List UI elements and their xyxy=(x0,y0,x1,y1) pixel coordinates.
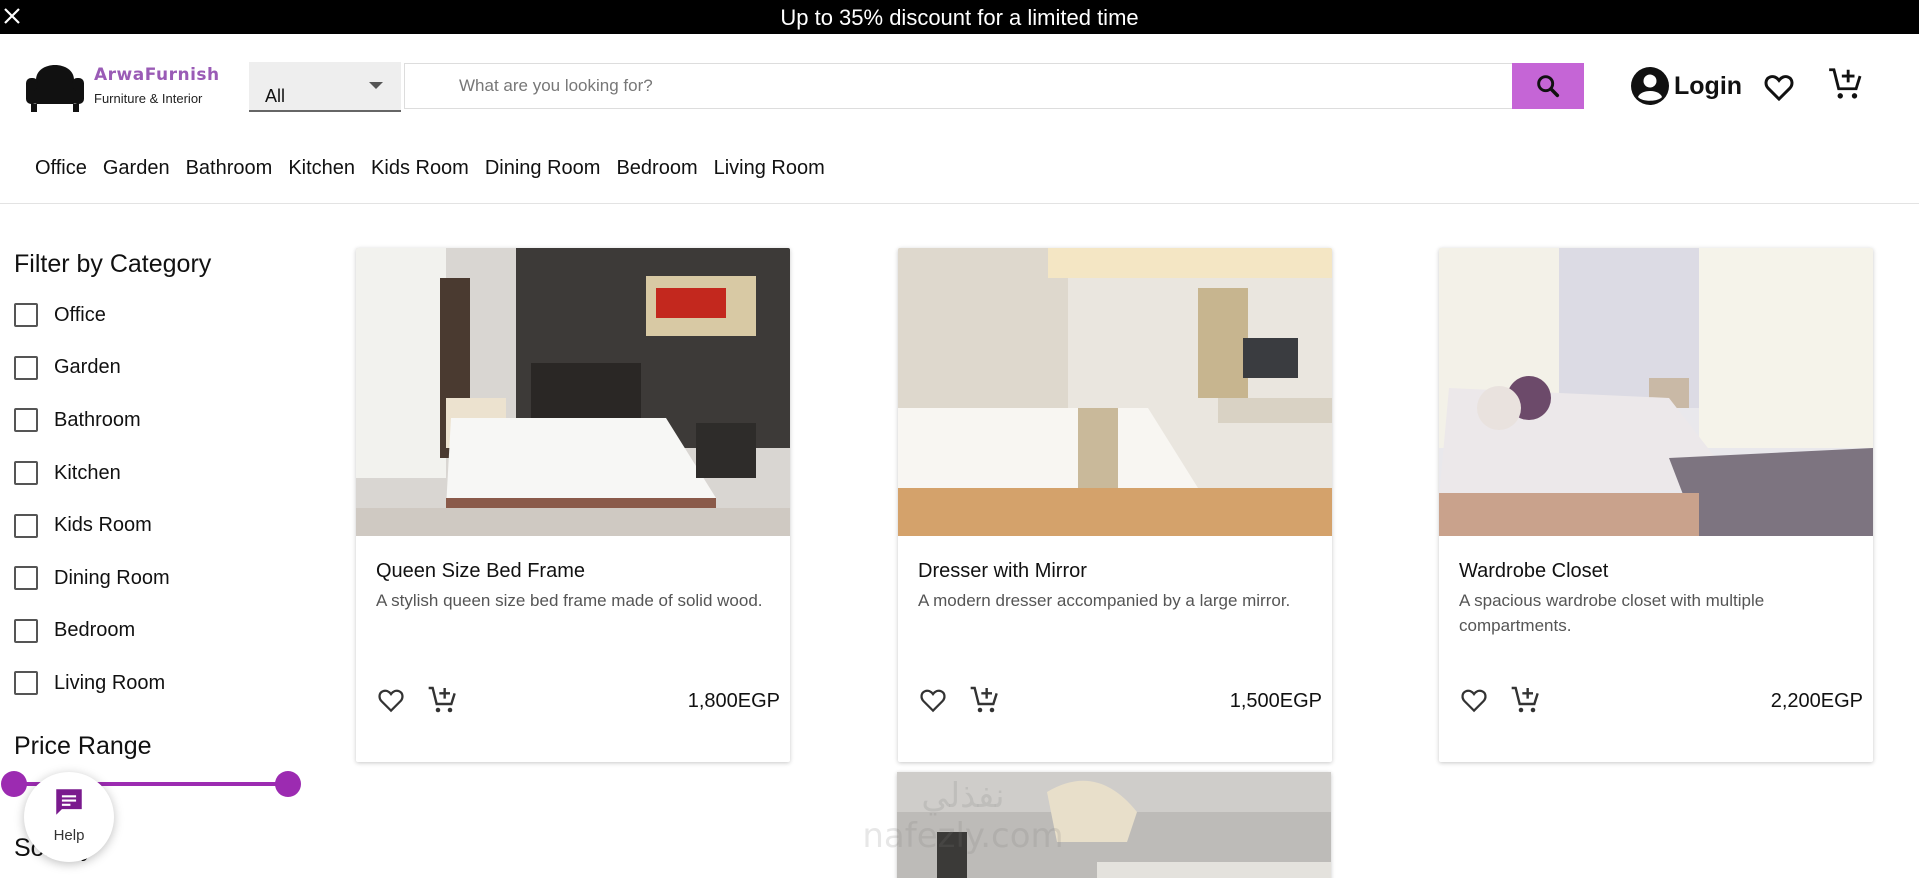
filter-office[interactable]: Office xyxy=(14,289,314,342)
armchair-icon xyxy=(22,50,88,121)
product-price: 2,200EGP xyxy=(1770,690,1863,712)
product-description: A modern dresser accompanied by a large … xyxy=(918,591,1291,610)
filter-kids-room[interactable]: Kids Room xyxy=(14,499,314,552)
filter-label: Kids Room xyxy=(54,514,152,537)
add-shopping-cart-icon[interactable] xyxy=(1509,684,1541,716)
product-title[interactable]: Queen Size Bed Frame xyxy=(376,560,585,583)
checkbox[interactable] xyxy=(14,671,38,696)
watermark-arabic: نفذلي xyxy=(921,776,1005,816)
filter-title: Filter by Category xyxy=(14,250,212,278)
product-title[interactable]: Dresser with Mirror xyxy=(918,560,1087,583)
search-button[interactable] xyxy=(1512,63,1584,109)
filter-label: Garden xyxy=(54,356,121,379)
product-image[interactable] xyxy=(898,248,1332,536)
category-select-value: All xyxy=(265,86,286,106)
heart-outline-icon[interactable] xyxy=(1459,685,1489,715)
heart-outline-icon[interactable] xyxy=(918,685,948,715)
help-label: Help xyxy=(53,827,85,844)
brand-name: ArwaFurnish xyxy=(94,64,220,85)
product-image[interactable] xyxy=(356,248,790,536)
filter-label: Living Room xyxy=(54,671,166,694)
add-shopping-cart-icon[interactable] xyxy=(1826,65,1864,103)
chat-icon xyxy=(56,789,82,815)
product-title[interactable]: Wardrobe Closet xyxy=(1459,560,1608,583)
product-price: 1,800EGP xyxy=(687,690,780,712)
filter-sidebar: Filter by Category Office Garden Bathroo… xyxy=(14,250,314,710)
watermark-latin: nafezly.com xyxy=(862,816,1064,856)
checkbox[interactable] xyxy=(14,566,38,591)
promo-bar: Up to 35% discount for a limited time xyxy=(0,0,1919,34)
nav-living-room[interactable]: Living Room xyxy=(714,157,825,180)
filter-label: Kitchen xyxy=(54,461,121,484)
promo-text: Up to 35% discount for a limited time xyxy=(780,5,1139,30)
login-label: Login xyxy=(1674,71,1743,100)
nav-garden[interactable]: Garden xyxy=(103,157,170,180)
checkbox[interactable] xyxy=(14,303,38,328)
watermark: نفذلي nafezly.com xyxy=(848,776,1078,856)
heart-outline-icon[interactable] xyxy=(376,685,406,715)
product-image[interactable] xyxy=(1439,248,1873,536)
nav-kitchen[interactable]: Kitchen xyxy=(288,157,355,180)
filter-bedroom[interactable]: Bedroom xyxy=(14,605,314,658)
category-select[interactable]: All xyxy=(249,62,401,112)
filter-label: Office xyxy=(54,303,106,326)
search-input[interactable] xyxy=(404,63,1512,109)
chevron-down-icon xyxy=(369,82,383,89)
filter-label: Dining Room xyxy=(54,566,170,589)
add-shopping-cart-icon[interactable] xyxy=(968,684,1000,716)
product-card[interactable]: Queen Size Bed Frame A stylish queen siz… xyxy=(356,248,790,762)
search-icon xyxy=(1537,75,1560,98)
login-button[interactable]: Login xyxy=(1630,65,1742,107)
category-nav: Office Garden Bathroom Kitchen Kids Room… xyxy=(35,157,841,180)
filter-label: Bedroom xyxy=(54,619,136,642)
help-button[interactable]: Help xyxy=(24,772,114,862)
product-description: A stylish queen size bed frame made of s… xyxy=(376,591,763,610)
filter-living-room[interactable]: Living Room xyxy=(14,657,314,710)
nav-kids-room[interactable]: Kids Room xyxy=(371,157,469,180)
filter-bathroom[interactable]: Bathroom xyxy=(14,394,314,447)
filter-kitchen[interactable]: Kitchen xyxy=(14,447,314,500)
product-description: A spacious wardrobe closet with multiple… xyxy=(1459,591,1765,635)
checkbox[interactable] xyxy=(14,355,38,380)
account-circle-icon xyxy=(1631,67,1669,105)
price-range-title: Price Range xyxy=(14,732,152,760)
wishlist-heart-icon[interactable] xyxy=(1762,70,1796,104)
product-price: 1,500EGP xyxy=(1229,690,1322,712)
nav-office[interactable]: Office xyxy=(35,157,87,180)
checkbox[interactable] xyxy=(14,513,38,538)
nav-bathroom[interactable]: Bathroom xyxy=(186,157,273,180)
nav-dining-room[interactable]: Dining Room xyxy=(485,157,601,180)
product-card[interactable]: Wardrobe Closet A spacious wardrobe clos… xyxy=(1439,248,1873,762)
checkbox[interactable] xyxy=(14,461,38,486)
brand-tagline: Furniture & Interior xyxy=(94,90,203,106)
price-max-handle[interactable] xyxy=(275,771,301,797)
checkbox[interactable] xyxy=(14,408,38,433)
brand-logo[interactable]: ArwaFurnish Furniture & Interior xyxy=(22,50,220,120)
product-card[interactable]: Dresser with Mirror A modern dresser acc… xyxy=(898,248,1332,762)
filter-garden[interactable]: Garden xyxy=(14,342,314,395)
checkbox[interactable] xyxy=(14,618,38,643)
filter-dining-room[interactable]: Dining Room xyxy=(14,552,314,605)
add-shopping-cart-icon[interactable] xyxy=(426,684,458,716)
filter-label: Bathroom xyxy=(54,408,141,431)
site-header: ArwaFurnish Furniture & Interior All Log… xyxy=(0,34,1919,204)
nav-bedroom[interactable]: Bedroom xyxy=(616,157,697,180)
